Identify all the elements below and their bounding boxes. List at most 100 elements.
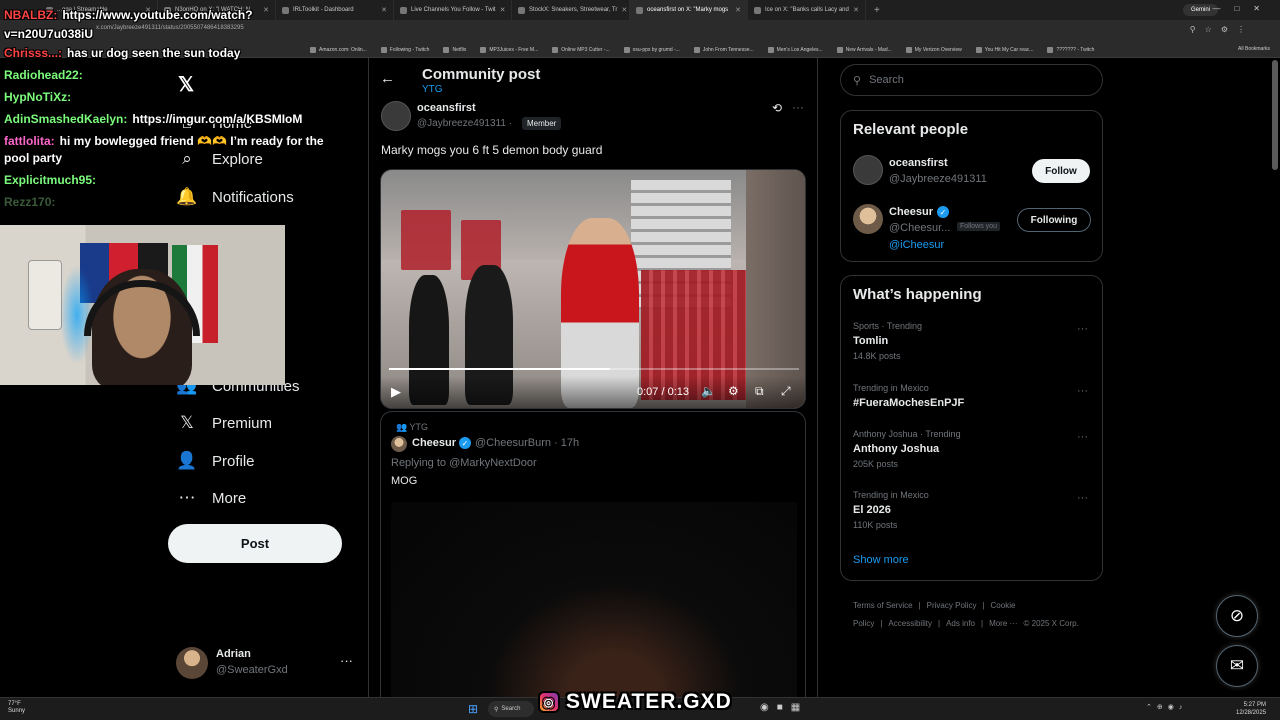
footer-separator: | — [938, 619, 941, 628]
search-input[interactable]: ⚲ Search — [840, 64, 1103, 96]
follow-button[interactable]: Follow — [1032, 159, 1090, 183]
browser-tab[interactable]: IRLToolkit - Dashboard ✕ — [276, 0, 394, 20]
browser-tab[interactable]: StockX: Sneakers, Streetwear, Tr ✕ — [512, 0, 630, 20]
close-tab-icon[interactable]: ✕ — [381, 6, 387, 14]
more-dots-icon[interactable]: ··· — [1077, 431, 1088, 443]
toolbar-icons[interactable]: ⚲☆⚙⋮ — [1190, 25, 1254, 34]
close-tab-icon[interactable]: ✕ — [500, 6, 506, 14]
weather-widget[interactable]: 77°F Sunny — [8, 701, 25, 715]
close-tab-icon[interactable]: ✕ — [621, 6, 627, 14]
bookmark-item[interactable]: John From Tennesse... — [693, 46, 754, 53]
avatar[interactable] — [391, 436, 407, 452]
reply-author-handle[interactable]: @CheesurBurn · 17h — [475, 437, 579, 449]
author-avatar[interactable] — [381, 101, 411, 131]
chat-username: NBALBZ: — [4, 8, 58, 22]
url-text[interactable]: x.com/Jaybreeze491311/status/20055074864… — [96, 25, 244, 31]
bookmark-label: ??????? - Twitch — [1056, 46, 1095, 53]
person-handle[interactable]: @Cheesur... — [889, 222, 950, 234]
bookmark-item[interactable]: New Arrivals - Mad... — [836, 46, 892, 53]
trend-item[interactable]: Trending in Mexico El 2026 110K posts — [853, 490, 929, 530]
taskbar-search[interactable]: ⚲ Search — [488, 701, 534, 717]
more-dots-icon[interactable]: ··· — [1077, 492, 1088, 504]
stream-brand-overlay: ◎ SWEATER.GXD — [532, 688, 738, 716]
more-dots-icon[interactable]: ··· — [792, 100, 804, 114]
x-logo-icon[interactable]: 𝕏 — [178, 72, 194, 97]
back-arrow-icon[interactable]: ← — [380, 70, 395, 87]
footer-link[interactable]: © 2025 X Corp. — [1024, 619, 1079, 628]
new-tab-icon[interactable]: + — [866, 5, 888, 16]
avatar[interactable] — [853, 155, 883, 185]
bookmark-item[interactable]: Online MP3 Cutter -... — [552, 46, 610, 53]
author-name[interactable]: oceansfirst — [417, 102, 476, 114]
bookmark-item[interactable]: osu-pps by grumd -... — [623, 46, 680, 53]
windows-start-icon[interactable]: ⊞ — [468, 702, 478, 716]
following-button[interactable]: Following — [1017, 208, 1091, 232]
bookmark-item[interactable]: Following - Twitch — [380, 46, 429, 53]
nav-item-more[interactable]: ⋯ More — [178, 488, 247, 507]
settings-gear-icon[interactable]: ⚙ — [728, 384, 739, 398]
show-more-link[interactable]: Show more — [853, 554, 909, 566]
video-progress-bar[interactable] — [389, 368, 799, 370]
grok-icon[interactable]: ⟲ — [772, 101, 782, 115]
scrollbar[interactable] — [1272, 60, 1278, 170]
close-tab-icon[interactable]: ✕ — [735, 6, 741, 14]
footer-link[interactable]: More ··· — [989, 619, 1017, 628]
trend-item[interactable]: Sports · Trending Tomlin 14.8K posts — [853, 321, 922, 361]
fullscreen-icon[interactable]: ⤢ — [781, 384, 791, 399]
nav-item-profile[interactable]: 👤 Profile — [176, 451, 254, 470]
nav-item-premium[interactable]: 𝕏 Premium — [178, 413, 272, 432]
more-dots-icon[interactable]: ··· — [340, 653, 353, 668]
person-handle[interactable]: @Jaybreeze491311 — [889, 173, 987, 185]
messages-icon[interactable]: ✉ — [1216, 645, 1258, 687]
window-controls[interactable]: —□✕ — [1212, 4, 1274, 13]
bookmark-item[interactable]: My Verizon Overview — [905, 46, 962, 53]
bookmark-item[interactable]: ??????? - Twitch — [1047, 46, 1095, 53]
video-player[interactable]: ▶ 0:07 / 0:13 🔈 ⚙ ⧉ ⤢ — [380, 169, 806, 409]
footer-link[interactable]: Accessibility — [888, 619, 932, 628]
close-tab-icon[interactable]: ✕ — [263, 6, 269, 14]
trend-item[interactable]: Anthony Joshua · Trending Anthony Joshua 2… — [853, 429, 961, 469]
nav-item-notifications[interactable]: 🔔 Notifications — [176, 187, 293, 206]
bio-link[interactable]: @iCheesur — [889, 239, 944, 251]
reply-media[interactable] — [391, 502, 797, 702]
reply-tweet[interactable]: 👥 YTG Cheesur ✓ @CheesurBurn · 17h Reply… — [380, 411, 806, 702]
search-icon: ⚲ — [494, 706, 499, 713]
bookmark-item[interactable]: You Hit My Car reac... — [975, 46, 1033, 53]
more-dots-icon[interactable]: ··· — [1077, 385, 1088, 397]
more-dots-icon[interactable]: ··· — [1077, 323, 1088, 335]
avatar[interactable] — [853, 204, 883, 234]
person-name[interactable]: Cheesur — [889, 206, 933, 218]
close-tab-icon[interactable]: ✕ — [853, 6, 859, 14]
clock[interactable]: 5:27 PM 12/28/2025 — [1236, 701, 1266, 717]
trend-post-count: 110K posts — [853, 520, 898, 530]
post-button[interactable]: Post — [168, 524, 342, 563]
system-tray[interactable]: ⌃⊕◉♪ — [1146, 703, 1187, 711]
account-switcher[interactable]: Adrian @SweaterGxd ··· — [176, 645, 356, 679]
bookmark-item[interactable]: MP3Juices - Free M... — [480, 46, 538, 53]
reply-community[interactable]: 👥 YTG — [396, 422, 428, 433]
author-handle[interactable]: @Jaybreeze491311 · — [417, 118, 512, 129]
all-bookmarks[interactable]: All Bookmarks — [1238, 46, 1270, 52]
nav-item-explore[interactable]: ⌕ Explore — [178, 149, 263, 168]
grok-icon[interactable]: ⊘ — [1216, 595, 1258, 637]
volume-icon[interactable]: 🔈 — [701, 384, 716, 398]
browser-tab[interactable]: Live Channels You Follow - Twit ✕ — [394, 0, 512, 20]
replying-to[interactable]: Replying to @MarkyNextDoor — [391, 457, 537, 469]
footer-link[interactable]: Terms of Service — [853, 601, 913, 610]
person-name[interactable]: oceansfirst — [889, 157, 948, 169]
reply-author-name[interactable]: Cheesur — [412, 437, 456, 449]
taskbar-apps[interactable]: ◉■▦ — [760, 702, 808, 713]
picture-in-picture-icon[interactable]: ⧉ — [755, 384, 764, 399]
footer-link[interactable]: Privacy Policy — [927, 601, 977, 610]
play-icon[interactable]: ▶ — [391, 384, 401, 400]
footer-links: Terms of Service | Privacy Policy | Cookie P… — [853, 597, 1093, 633]
trend-item[interactable]: Trending in Mexico #FueraMochesEnPJF — [853, 383, 964, 409]
browser-tab[interactable]: Ice on X: "Banks calls Lacy and ✕ — [748, 0, 866, 20]
bookmark-item[interactable]: Men's Los Angeles... — [767, 46, 823, 53]
browser-tab[interactable]: oceansfirst on X: "Marky mogs ✕ — [630, 0, 748, 20]
bookmark-item[interactable]: Amazon.com: Onlin... — [310, 46, 367, 53]
footer-link[interactable]: Ads info — [946, 619, 975, 628]
trend-post-count: 205K posts — [853, 459, 899, 469]
bookmark-item[interactable]: Netflix — [443, 46, 466, 53]
community-name-link[interactable]: YTG — [422, 84, 443, 95]
